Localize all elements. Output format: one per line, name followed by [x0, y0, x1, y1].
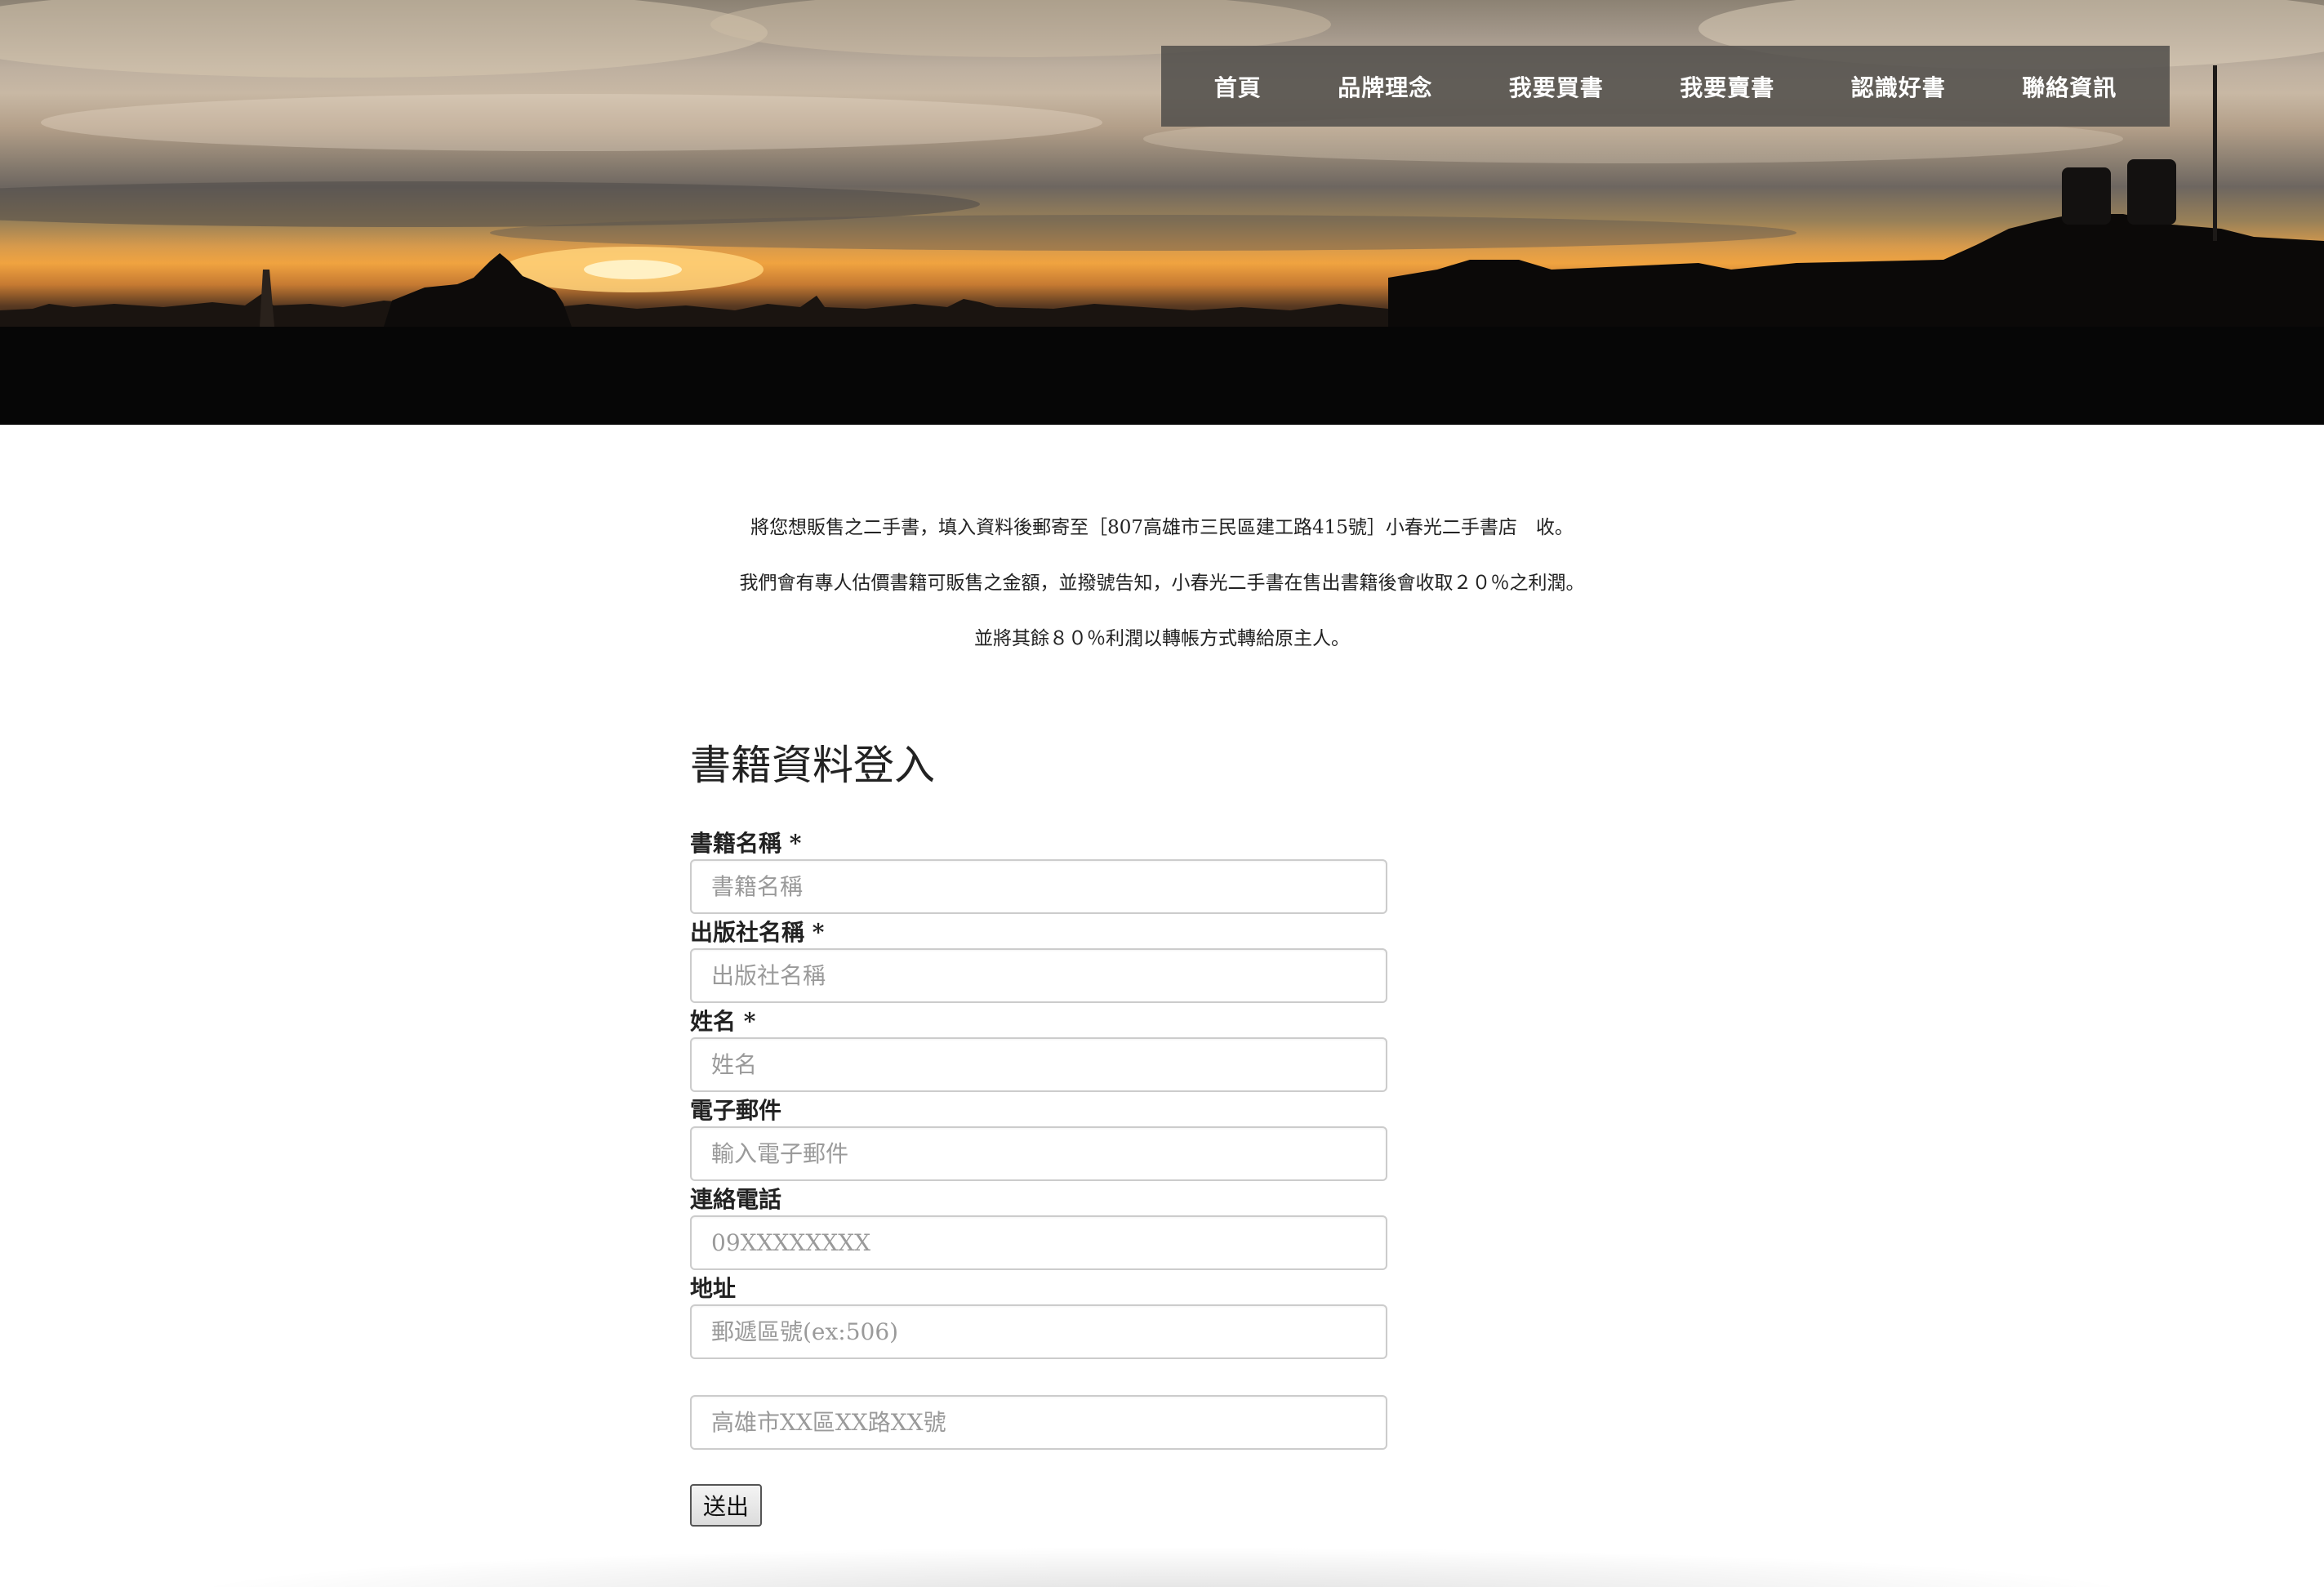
nav-item-buy-books[interactable]: 我要買書	[1491, 62, 1622, 111]
book-entry-form: 書籍資料登入 書籍名稱 * 出版社名稱 * 姓名 * 電子郵件 連絡電話 地址 …	[690, 745, 1389, 1527]
sunset-banner-image: 首頁 品牌理念 我要買書 我要賣書 認識好書 聯絡資訊	[0, 0, 2324, 425]
intro-line: 並將其餘８０％利潤以轉帳方式轉給原主人。	[974, 628, 1350, 649]
nav-item-sell-books[interactable]: 我要賣書	[1662, 62, 1792, 111]
nav-item-home[interactable]: 首頁	[1196, 62, 1280, 111]
form-title: 書籍資料登入	[690, 742, 935, 789]
email-field[interactable]	[690, 1126, 1387, 1181]
intro-line: 我們會有專人估價書籍可販售之金額，並撥號告知，小春光二手書在售出書籍後會收取２０…	[739, 573, 1585, 594]
address-label: 地址	[690, 1275, 737, 1302]
page: 首頁 品牌理念 我要買書 我要賣書 認識好書 聯絡資訊 將您想販售之二手書，填入…	[0, 0, 2324, 1587]
email-label: 電子郵件	[690, 1097, 782, 1124]
street-address-input[interactable]	[690, 1395, 1387, 1450]
publisher-name-label: 出版社名稱 *	[690, 919, 825, 946]
bottom-shadow	[0, 1538, 2324, 1587]
book-name-input[interactable]	[690, 859, 1387, 914]
postal-code-input[interactable]	[690, 1304, 1387, 1359]
intro-line: 將您想販售之二手書，填入資料後郵寄至［807高雄市三民區建工路415號］小春光二…	[750, 517, 1574, 538]
book-name-label: 書籍名稱 *	[690, 830, 802, 857]
name-input[interactable]	[690, 1037, 1387, 1092]
name-label: 姓名 *	[690, 1008, 756, 1035]
nav-item-contact[interactable]: 聯絡資訊	[2004, 62, 2135, 111]
submit-button[interactable]: 送出	[690, 1484, 763, 1527]
phone-input[interactable]	[690, 1215, 1387, 1270]
phone-label: 連絡電話	[690, 1186, 782, 1213]
main-nav: 首頁 品牌理念 我要買書 我要賣書 認識好書 聯絡資訊	[1161, 46, 2170, 127]
publisher-name-input[interactable]	[690, 948, 1387, 1003]
intro-text: 將您想販售之二手書，填入資料後郵寄至［807高雄市三民區建工路415號］小春光二…	[0, 500, 2324, 666]
nav-item-good-books[interactable]: 認識好書	[1833, 62, 1964, 111]
nav-item-brand-philosophy[interactable]: 品牌理念	[1320, 62, 1450, 111]
